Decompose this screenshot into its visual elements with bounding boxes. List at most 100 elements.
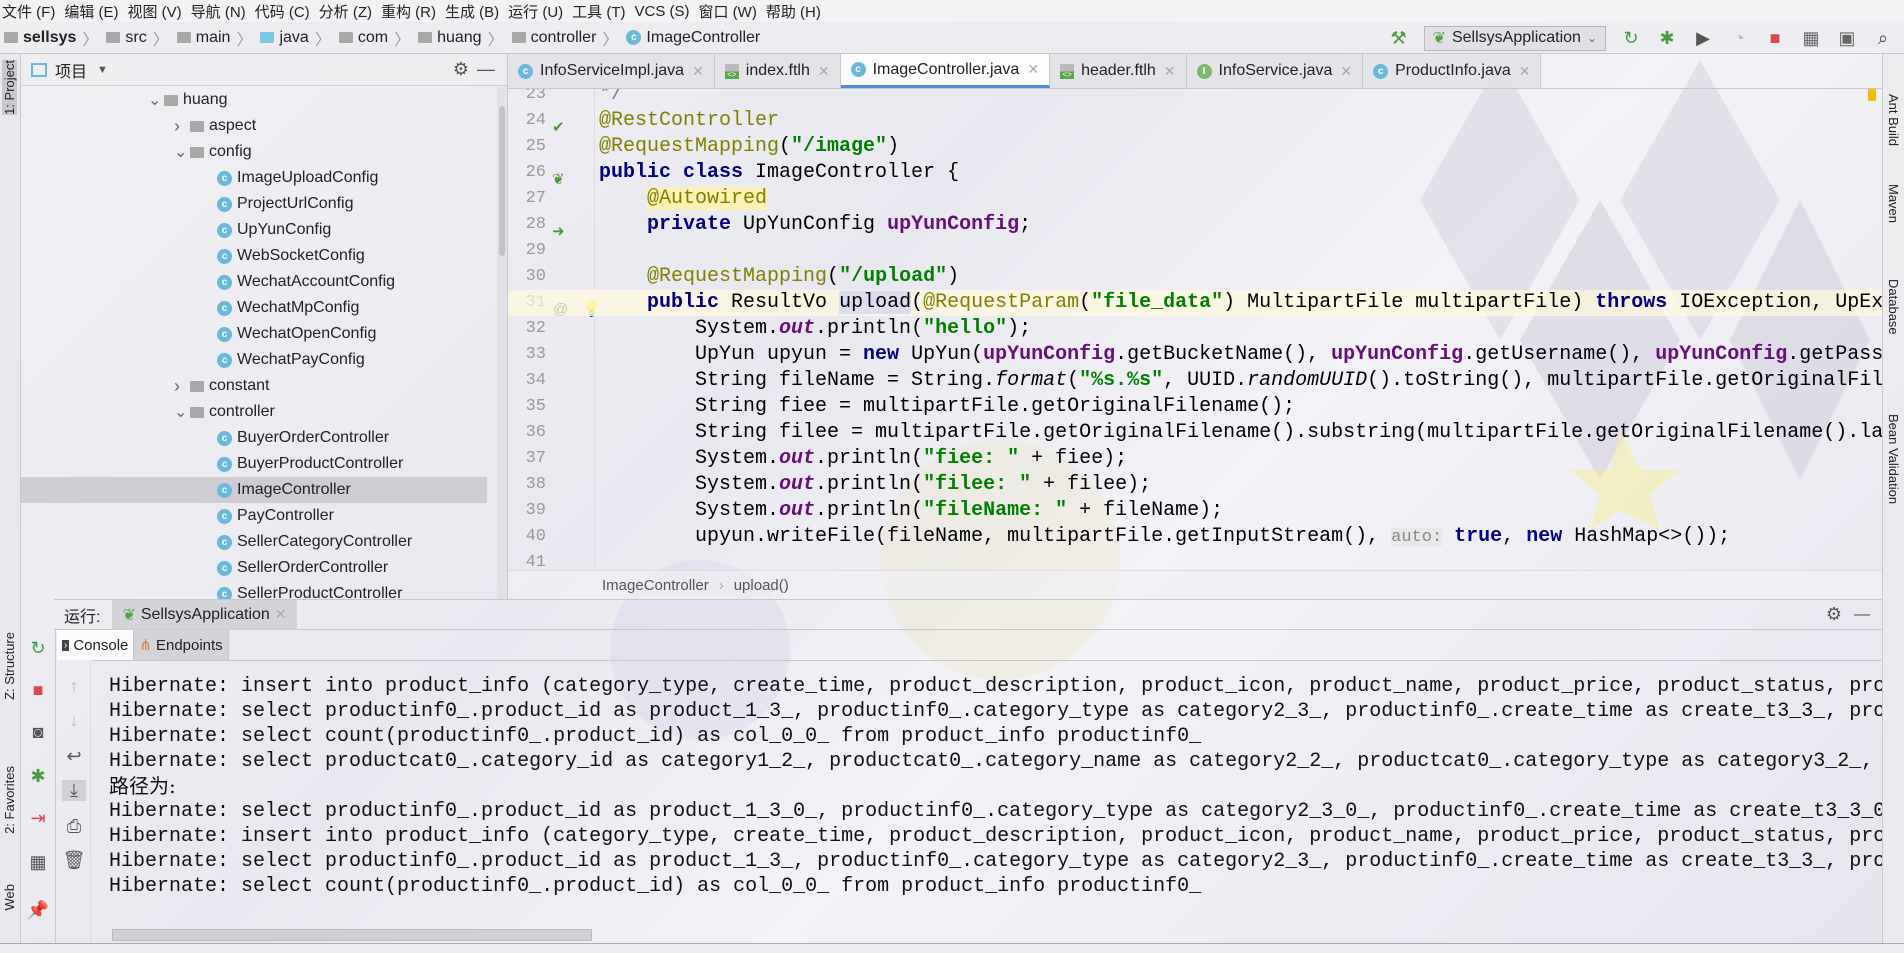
close-icon[interactable]: ✕ (1027, 61, 1039, 78)
pin-icon[interactable]: 📌 (26, 900, 50, 921)
code-line[interactable]: String filee = multipartFile.getOriginal… (599, 420, 1882, 446)
code-line[interactable]: @Autowired (599, 186, 768, 212)
down-arrow-icon[interactable]: ↓ (62, 710, 86, 731)
tool-window-database[interactable]: Database (1886, 279, 1901, 335)
menu-item[interactable]: 生成 (B) (443, 1, 506, 22)
run-tab-sellsysapplication[interactable]: ❦ SellsysApplication ✕ (112, 599, 297, 630)
chevron-down-icon[interactable]: ⌄ (174, 142, 190, 162)
menu-item[interactable]: 分析 (Z) (317, 1, 379, 22)
code-line[interactable]: public class ImageController { (599, 160, 959, 186)
tree-item[interactable]: c PayController (21, 503, 487, 529)
code-line[interactable]: System.out.println("fileName: " + fileNa… (599, 498, 1223, 524)
tree-item[interactable]: c WechatAccountConfig (21, 269, 487, 295)
tree-item[interactable]: › aspect (21, 113, 487, 139)
breadcrumb-class[interactable]: ImageController (602, 577, 709, 594)
close-icon[interactable]: ✕ (1164, 63, 1176, 80)
breadcrumb-item[interactable]: main 〉 (173, 26, 257, 50)
gear-icon[interactable]: ⚙ (1826, 604, 1842, 625)
close-icon[interactable]: ✕ (275, 606, 287, 623)
breadcrumb-item[interactable]: controller 〉 (508, 26, 623, 50)
hide-panel-icon[interactable]: — (1854, 606, 1870, 624)
menu-item[interactable]: 代码 (C) (253, 1, 317, 22)
menu-item[interactable]: 导航 (N) (189, 1, 253, 22)
close-icon[interactable]: ✕ (1340, 63, 1352, 80)
breadcrumb-item[interactable]: com 〉 (335, 26, 414, 50)
tree-item[interactable]: ⌄ huang (21, 87, 487, 113)
chevron-right-icon[interactable]: › (174, 376, 190, 397)
tree-scrollbar[interactable] (497, 86, 507, 599)
code-line[interactable]: System.out.println("fiee: " + fiee); (599, 446, 1127, 472)
code-line[interactable]: System.out.println("hello"); (599, 316, 1031, 342)
profiler-icon[interactable]: ◔ (1728, 28, 1750, 49)
breadcrumb-item[interactable]: c ImageController (622, 29, 764, 47)
tree-item[interactable]: c BuyerProductController (21, 451, 487, 477)
stop-icon[interactable]: ■ (26, 680, 50, 701)
tree-item[interactable]: c WechatOpenConfig (21, 321, 487, 347)
menu-item[interactable]: 文件 (F) (0, 1, 62, 22)
breadcrumb-item[interactable]: java 〉 (256, 26, 334, 50)
trash-icon[interactable]: 🗑 (62, 850, 86, 871)
menu-item[interactable]: 窗口 (W) (697, 1, 764, 22)
breadcrumb-method[interactable]: upload() (734, 577, 789, 594)
tool-window-structure[interactable]: Z: Structure (2, 632, 17, 700)
tool-window-bean-validation[interactable]: Bean Validation (1886, 414, 1901, 504)
close-icon[interactable]: ✕ (818, 63, 830, 80)
menu-item[interactable]: 工具 (T) (570, 1, 632, 22)
menu-item[interactable]: 运行 (U) (506, 1, 570, 22)
tree-item[interactable]: ⌄ config (21, 139, 487, 165)
editor-tab[interactable]: c ProductInfo.java ✕ (1363, 54, 1542, 88)
chevron-down-icon[interactable]: ▼ (97, 64, 108, 76)
editor-tab[interactable]: <> index.ftlh ✕ (714, 54, 841, 88)
tool-window-maven[interactable]: Maven (1886, 184, 1901, 223)
project-structure-icon[interactable]: ▦ (1800, 28, 1822, 49)
editor-tab[interactable]: I InfoService.java ✕ (1186, 54, 1364, 88)
tree-item[interactable]: › constant (21, 373, 487, 399)
code-line[interactable]: */ (599, 89, 623, 108)
run-with-coverage-icon[interactable]: ▶ (1692, 28, 1714, 49)
tree-item[interactable]: c SellerOrderController (21, 555, 487, 581)
editor-tab[interactable]: <> header.ftlh ✕ (1050, 54, 1187, 88)
terminal-window-icon[interactable]: ▣ (1836, 28, 1858, 49)
tree-item[interactable]: c ImageUploadConfig (21, 165, 487, 191)
stop-icon[interactable]: ■ (1764, 28, 1786, 49)
tree-item[interactable]: c SellerCategoryController (21, 529, 487, 555)
breadcrumb-item[interactable]: huang 〉 (414, 26, 508, 50)
tree-item[interactable]: c WebSocketConfig (21, 243, 487, 269)
spring-bean-icon[interactable]: ❦ (552, 167, 565, 193)
debug-bug-icon[interactable]: ✱ (1656, 28, 1678, 49)
debug-icon[interactable]: ✱ (26, 766, 50, 787)
tree-item[interactable]: c SellerProductController (21, 581, 487, 599)
tree-item[interactable]: c ProjectUrlConfig (21, 191, 487, 217)
code-line[interactable]: public ResultVo upload(@RequestParam("fi… (508, 290, 1882, 316)
rerun-icon[interactable]: ↻ (26, 638, 50, 659)
code-line[interactable]: UpYun upyun = new UpYun(upYunConfig.getB… (599, 342, 1882, 368)
warning-marker[interactable] (1868, 89, 1876, 101)
tree-item[interactable]: c UpYunConfig (21, 217, 487, 243)
build-hammer-icon[interactable]: ⚒ (1388, 28, 1410, 49)
code-line[interactable]: @RequestMapping("/image") (599, 134, 899, 160)
run-configuration-select[interactable]: ❦ SellsysApplication ⌄ (1423, 25, 1606, 51)
breadcrumb-item[interactable]: src 〉 (102, 26, 172, 50)
tree-item[interactable]: c WechatMpConfig (21, 295, 487, 321)
tree-item[interactable]: c ImageController (21, 477, 487, 503)
spring-bean-icon[interactable]: ✔ (552, 115, 565, 141)
tab-endpoints[interactable]: ⋔ Endpoints (134, 630, 229, 660)
code-line[interactable]: @RestController (599, 108, 779, 134)
code-line[interactable]: upyun.writeFile(fileName, multipartFile.… (599, 524, 1730, 550)
tree-item[interactable]: c WechatPayConfig (21, 347, 487, 373)
chevron-down-icon[interactable]: ⌄ (148, 90, 164, 110)
tree-item[interactable]: ⌄ controller (21, 399, 487, 425)
editor-tab[interactable]: c InfoServiceImpl.java ✕ (508, 54, 715, 88)
menu-item[interactable]: VCS (S) (633, 3, 697, 20)
autowired-navigate-icon[interactable]: ➜ (552, 219, 565, 245)
print-icon[interactable]: ⎙ (62, 816, 86, 837)
camera-dump-icon[interactable]: ◙ (26, 722, 50, 743)
close-icon[interactable]: ✕ (692, 63, 704, 80)
menu-item[interactable]: 编辑 (E) (62, 1, 125, 22)
chevron-down-icon[interactable]: ⌄ (174, 402, 190, 422)
menu-item[interactable]: 视图 (V) (126, 1, 189, 22)
gear-icon[interactable]: ⚙ (453, 59, 469, 80)
code-line[interactable]: @RequestMapping("/upload") (599, 264, 959, 290)
scroll-to-end-icon[interactable]: ⤓ (62, 780, 86, 801)
hide-panel-icon[interactable]: — (477, 59, 495, 80)
